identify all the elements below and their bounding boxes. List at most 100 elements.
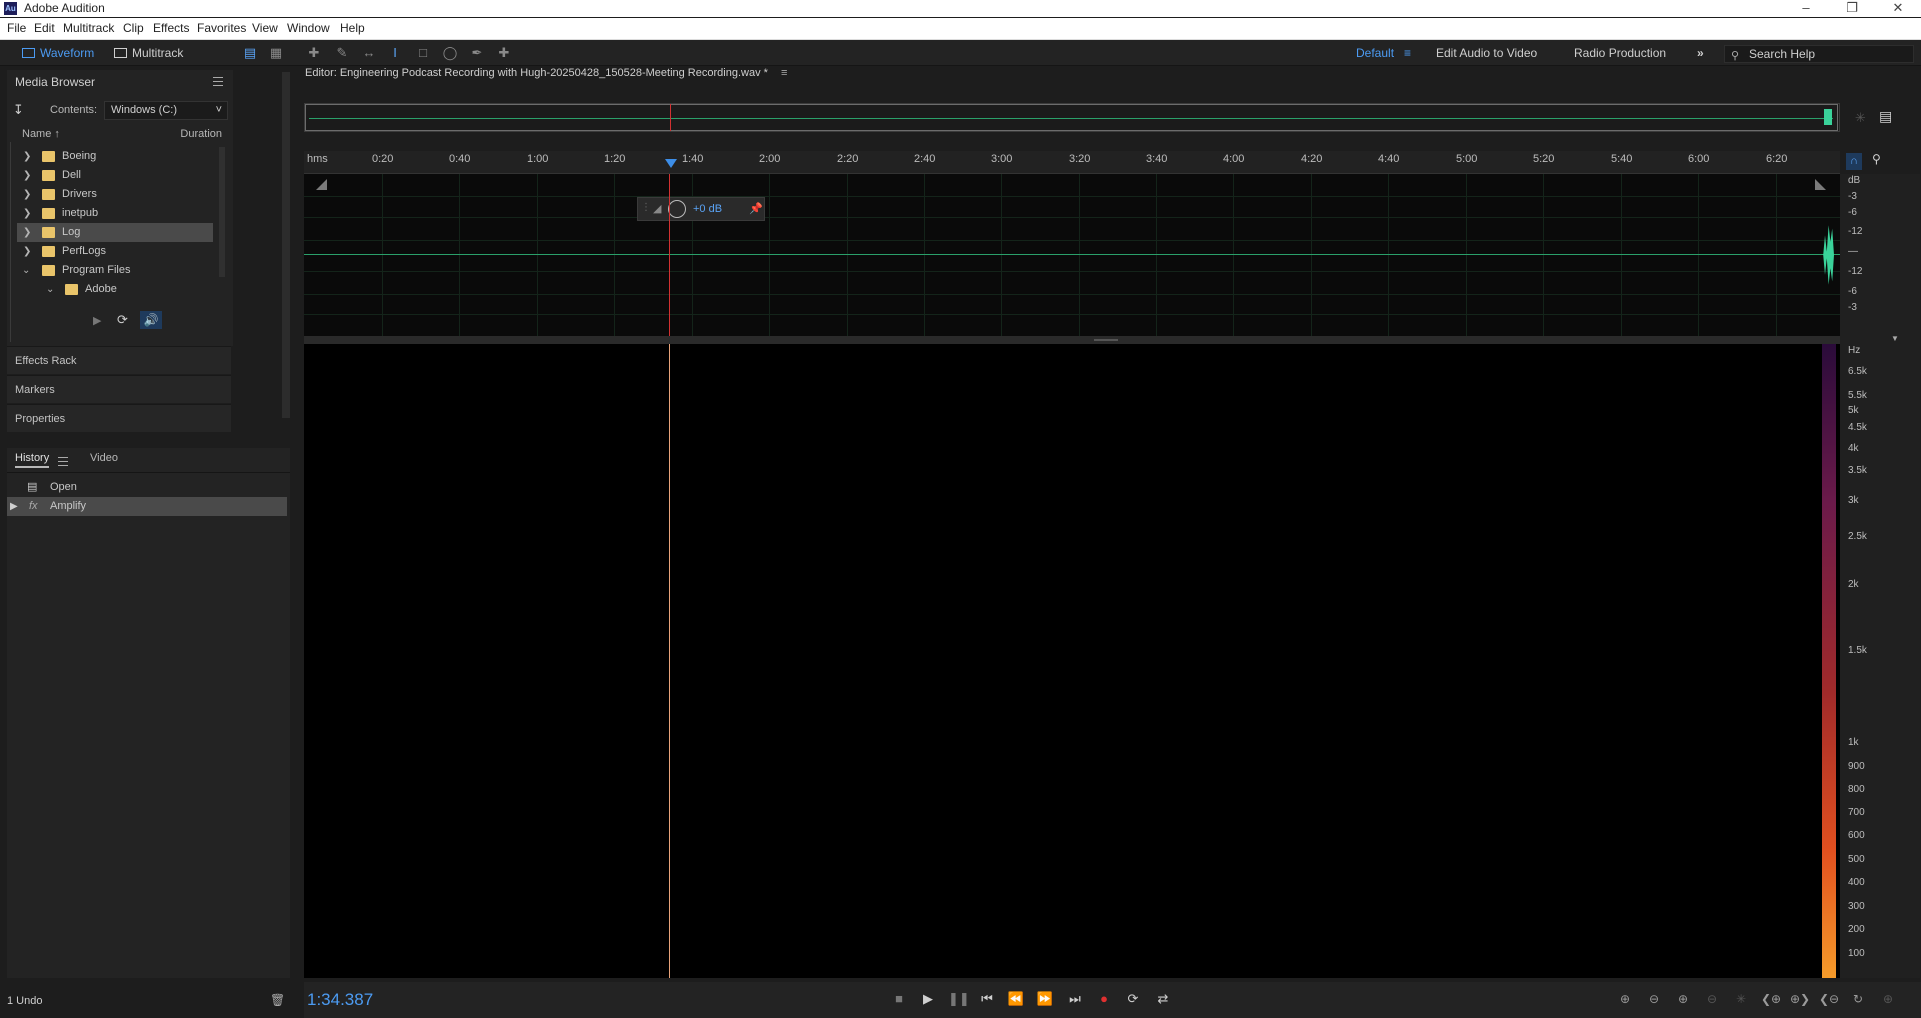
menu-favorites[interactable]: Favorites — [197, 21, 246, 35]
close-window-button[interactable]: ✕ — [1875, 0, 1921, 17]
markers-panel[interactable]: Markers — [7, 375, 231, 403]
workspace-default[interactable]: Default — [1356, 46, 1394, 60]
time-ruler[interactable]: hms 0:20 0:40 1:00 1:20 1:40 2:00 2:20 2… — [304, 151, 1840, 174]
zoom-out-amplitude-icon[interactable]: ⊖ — [1643, 989, 1665, 1009]
razor-tool-icon[interactable]: ✎ — [334, 46, 350, 60]
menu-multitrack[interactable]: Multitrack — [63, 21, 114, 35]
zoom-in-time-icon[interactable]: ⊕ — [1672, 989, 1694, 1009]
menu-edit[interactable]: Edit — [34, 21, 55, 35]
waveform-view-icon[interactable]: ▤ — [242, 46, 258, 60]
slip-tool-icon[interactable]: ↔ — [361, 46, 377, 60]
spectral-settings-icon[interactable]: ▤ — [1879, 108, 1892, 125]
menu-help[interactable]: Help — [340, 21, 365, 35]
lasso-tool-icon[interactable]: ◯ — [442, 46, 458, 60]
spectral-view-icon[interactable]: ▦ — [268, 46, 284, 60]
panel-menu-icon[interactable] — [213, 77, 223, 86]
marker-pin-icon[interactable]: ⚲ — [1872, 152, 1881, 166]
scrollbar[interactable] — [219, 147, 225, 277]
list-item[interactable]: ❯ Dell — [17, 166, 213, 185]
history-item[interactable]: ▤ Open — [7, 478, 287, 497]
db-tick: -6 — [1848, 207, 1857, 218]
list-item[interactable]: ❯ inetpub — [17, 204, 213, 223]
auto-play-icon[interactable]: 🔊 — [140, 311, 162, 329]
current-time-display[interactable]: 1:34.387 — [307, 990, 373, 1010]
zoom-out-time-icon[interactable]: ⊖ — [1701, 989, 1723, 1009]
time-selection-tool-icon[interactable]: I — [387, 46, 403, 60]
zoom-to-playhead-icon[interactable]: ⊕ — [1877, 989, 1899, 1009]
view-splitter[interactable] — [304, 336, 1840, 344]
gain-knob-icon[interactable] — [668, 200, 686, 218]
playhead-handle[interactable] — [665, 159, 677, 168]
fade-in-handle-icon[interactable] — [316, 179, 327, 190]
history-menu-icon[interactable] — [58, 457, 68, 466]
pause-button[interactable]: ❚❚ — [948, 989, 970, 1009]
list-item[interactable]: ❯ Drivers — [17, 185, 213, 204]
workspace-edit-audio-to-video[interactable]: Edit Audio to Video — [1436, 46, 1537, 60]
record-button[interactable]: ● — [1094, 989, 1114, 1009]
trash-icon[interactable]: 🗑 — [270, 993, 285, 1007]
snap-icon[interactable]: ∩ — [1846, 153, 1862, 170]
stop-button[interactable]: ■ — [889, 989, 909, 1009]
search-help-input[interactable]: ⚲ Search Help — [1724, 45, 1914, 63]
gain-value[interactable]: +0 dB — [693, 203, 722, 215]
zoom-selection-icon[interactable]: ✳ — [1730, 989, 1752, 1009]
play-button[interactable]: ▶ — [918, 989, 938, 1009]
zoom-reset-icon[interactable]: ↻ — [1847, 989, 1869, 1009]
list-item[interactable]: ❯ Boeing — [17, 147, 213, 166]
workspace-radio-production[interactable]: Radio Production — [1574, 46, 1666, 60]
menu-view[interactable]: View — [252, 21, 278, 35]
restore-button[interactable]: ❐ — [1829, 0, 1875, 17]
zoom-in-point-icon[interactable]: ⊕❯ — [1789, 989, 1811, 1009]
waveform-display[interactable]: ⋮ ◢ +0 dB 📌 — [304, 174, 1840, 336]
contents-dropdown[interactable]: Windows (C:) ˅ — [104, 101, 228, 120]
zoom-out-full-icon[interactable]: ❮⊖ — [1818, 989, 1840, 1009]
pin-icon[interactable]: 📌 — [749, 202, 763, 215]
more-workspaces-icon[interactable]: » — [1697, 46, 1704, 60]
overview-bar[interactable] — [304, 103, 1840, 132]
menu-window[interactable]: Window — [287, 21, 330, 35]
loop-icon[interactable]: ⟳ — [117, 312, 128, 328]
zoom-full-icon[interactable]: ❮⊕ — [1760, 989, 1782, 1009]
name-column-header[interactable]: Name ↑ — [22, 128, 60, 140]
skip-to-end-button[interactable]: ⏭ — [1065, 989, 1085, 1009]
left-panels-scrollbar[interactable] — [282, 72, 290, 418]
rewind-button[interactable]: ⏪ — [1006, 989, 1026, 1009]
menu-clip[interactable]: Clip — [123, 21, 144, 35]
fade-out-handle-icon[interactable] — [1815, 179, 1826, 190]
hud-gain-control[interactable]: ⋮ ◢ +0 dB 📌 — [637, 197, 765, 221]
play-icon[interactable]: ▶ — [93, 314, 101, 327]
grip-icon[interactable]: ⋮ — [641, 202, 651, 213]
menu-file[interactable]: File — [7, 21, 26, 35]
menu-effects[interactable]: Effects — [153, 21, 189, 35]
move-tool-icon[interactable]: ✚ — [306, 46, 322, 60]
skip-selection-button[interactable]: ⇄ — [1153, 989, 1173, 1009]
fast-forward-button[interactable]: ⏩ — [1035, 989, 1055, 1009]
import-icon[interactable]: ↧ — [13, 102, 24, 118]
waveform-mode-button[interactable]: Waveform — [18, 44, 100, 63]
folder-icon — [42, 246, 55, 257]
spectral-display[interactable] — [304, 344, 1840, 978]
spot-healing-tool-icon[interactable]: ✚ — [496, 46, 512, 60]
marquee-tool-icon[interactable]: □ — [415, 46, 431, 60]
editor-menu-icon[interactable]: ≡ — [781, 67, 787, 79]
tab-history[interactable]: History — [15, 452, 50, 468]
brush-tool-icon[interactable]: ✒ — [469, 46, 485, 60]
workspace-menu-icon[interactable]: ≡ — [1404, 46, 1411, 60]
effects-rack-panel[interactable]: Effects Rack — [7, 346, 231, 374]
history-item[interactable]: ▶ fx Amplify — [7, 497, 287, 516]
skip-to-start-button[interactable]: ⏮ — [977, 989, 997, 1009]
tab-video[interactable]: Video — [90, 452, 118, 464]
loop-playback-button[interactable]: ⟳ — [1123, 989, 1143, 1009]
scale-collapse-icon[interactable]: ▼ — [1891, 334, 1899, 343]
minimize-button[interactable]: – — [1783, 0, 1829, 17]
zoom-in-amplitude-icon[interactable]: ⊕ — [1614, 989, 1636, 1009]
play-icon[interactable]: ▶ — [10, 497, 18, 516]
list-item[interactable]: ⌄ Program Files — [17, 261, 213, 280]
list-item[interactable]: ❯ PerfLogs — [17, 242, 213, 261]
list-item[interactable]: ⌄ Adobe — [17, 280, 213, 299]
duration-column-header[interactable]: Duration — [180, 128, 222, 140]
list-item[interactable]: ❯ Log — [17, 223, 213, 242]
multitrack-mode-button[interactable]: Multitrack — [110, 44, 189, 63]
zoom-to-selection-icon[interactable]: ✳ — [1855, 110, 1866, 126]
properties-panel[interactable]: Properties — [7, 404, 231, 432]
